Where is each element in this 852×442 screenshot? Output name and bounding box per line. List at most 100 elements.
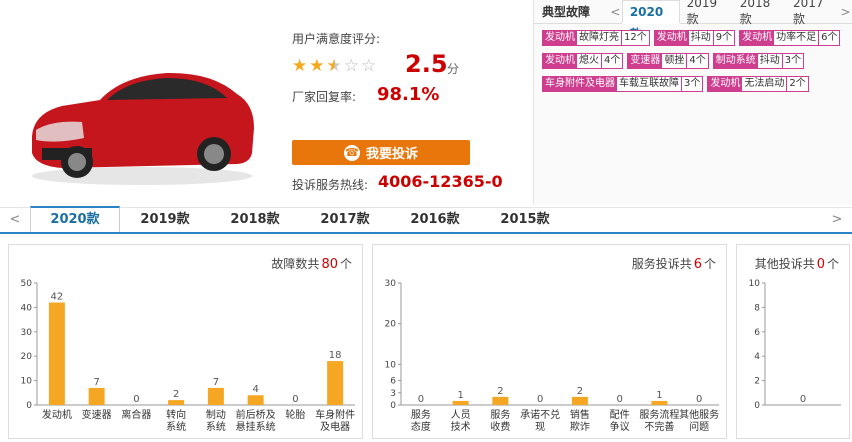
rating-star-icon: ☆	[343, 56, 359, 76]
complain-button[interactable]: ☎ 我要投诉	[292, 140, 470, 165]
data-label: 1	[656, 390, 662, 401]
x-tick-label: 转向	[166, 408, 186, 421]
service-complaint-title: 服务投诉共 6 个	[631, 257, 716, 272]
fault-tag-count: 9个	[712, 31, 735, 45]
fault-tag[interactable]: 发动机 功率不足 6个	[739, 30, 841, 46]
x-tick-label: 态度	[411, 420, 431, 433]
year-prev-arrow[interactable]: <	[0, 208, 30, 232]
y-tick-label: 30	[385, 279, 397, 289]
fault-tag-name: 无法启动	[742, 77, 787, 91]
fault-tag-count: 3个	[781, 54, 804, 68]
fault-tag-count: 12个	[621, 31, 649, 45]
faults-prev-arrow[interactable]: <	[609, 5, 622, 19]
x-tick-label: 技术	[451, 420, 471, 433]
x-tick-label: 发动机	[42, 408, 72, 421]
fault-count-chart: 0 10 20 30 40 50 42 发动机 7 变速器 0 离合器 2 转向系统 7 制动系统 4 前后桥及悬…	[21, 279, 356, 433]
y-tick-label: 10	[749, 279, 761, 289]
x-tick-label: 及电器	[320, 420, 350, 433]
x-tick-label: 争议	[610, 420, 630, 433]
rating-star-icon: ☆	[361, 56, 377, 76]
x-tick-label: 销售	[570, 408, 590, 421]
rating-star-icon: ★	[326, 56, 342, 76]
fault-tag-part: 车身附件及电器	[543, 77, 617, 91]
fault-tag[interactable]: 制动系统 抖动 3个	[712, 53, 805, 69]
x-tick-label: 配件	[610, 409, 630, 421]
faults-tab-2017[interactable]: 2017款	[786, 0, 839, 27]
fault-tag-count: 6个	[818, 31, 840, 45]
data-label: 7	[213, 377, 219, 388]
fault-tag-part: 发动机	[708, 77, 743, 91]
fault-count-panel: 故障数共 80 个 0 10 20 30 40 50 42 发动机 7 变速器 0 离合器 2 转向 系统 7 制动…	[8, 244, 363, 439]
x-tick-label: 系统	[166, 420, 186, 433]
faults-tab-2019[interactable]: 2019款	[680, 0, 733, 27]
fault-tag[interactable]: 车身附件及电器 车载互联故障 3个	[542, 76, 704, 92]
megaphone-icon: ☎	[343, 144, 360, 161]
summary-area: 用户满意度评分: ★ ★ ★ ☆ ☆ 2.5 分 厂家回复率: 98.1% ☎ 我要投诉…	[0, 0, 852, 205]
data-label: 0	[418, 394, 424, 405]
fault-tag-part: 变速器	[628, 54, 663, 68]
year-tab-2019[interactable]: 2019款	[120, 208, 210, 232]
y-tick-label: 30	[21, 328, 33, 338]
rating-label: 用户满意度评分:	[292, 32, 381, 46]
year-next-arrow[interactable]: >	[822, 208, 852, 232]
y-tick-label: 40	[21, 303, 33, 313]
year-tab-2015[interactable]: 2015款	[480, 208, 570, 232]
fault-tag[interactable]: 发动机 抖动 9个	[653, 30, 736, 46]
fault-tag[interactable]: 发动机 熄火 4个	[542, 53, 624, 69]
faults-next-arrow[interactable]: >	[839, 5, 852, 19]
x-tick-label: 收费	[490, 420, 510, 433]
y-tick-label: 20	[385, 320, 397, 330]
year-tab-2018[interactable]: 2018款	[210, 208, 300, 232]
y-tick-label: 3	[390, 389, 396, 399]
x-tick-label: 服务	[490, 408, 510, 421]
other-complaint-title: 其他投诉共 0 个	[754, 257, 839, 272]
year-tab-2016[interactable]: 2016款	[390, 208, 480, 232]
data-label: 0	[800, 394, 806, 405]
x-tick-label: 服务	[411, 408, 431, 421]
reply-rate-label: 厂家回复率:	[292, 90, 357, 104]
x-tick-label: 欺诈	[570, 420, 590, 433]
bar	[88, 387, 105, 405]
fault-tag[interactable]: 变速器 顿挫 4个	[627, 53, 709, 69]
year-tab-2020[interactable]: 2020款	[30, 206, 120, 232]
fault-tag-name: 抖动	[688, 31, 713, 45]
service-complaint-panel: 服务投诉共 6 个 0 3 6 10 20 30 0 服务 态度 1 人员 技术 2 服务 收费 0 承诺不兑现 2 销…	[372, 244, 727, 439]
fault-tags: 发动机 故障灯亮 12个 发动机 抖动 9个 发动机 功率不足 6个 发动机 熄火 4个 变速器 顿挫 4个…	[534, 24, 852, 92]
data-label: 2	[497, 386, 503, 397]
fault-tag[interactable]: 发动机 无法启动 2个	[707, 76, 809, 92]
fault-tag-part: 制动系统	[713, 54, 758, 68]
data-label: 1	[457, 390, 463, 401]
data-label: 42	[51, 292, 64, 303]
data-label: 0	[616, 394, 622, 405]
hotline-label: 投诉服务热线:	[292, 178, 369, 192]
bar	[247, 395, 264, 405]
y-tick-label: 2	[754, 377, 760, 387]
fault-tag-part: 发动机	[543, 54, 577, 68]
year-tabs: < 2020款 2019款 2018款 2017款 2016款 2015款 >	[0, 206, 852, 234]
fault-tag-count: 4个	[686, 54, 708, 68]
x-tick-label: 悬挂系统	[236, 420, 276, 433]
y-tick-label: 6	[754, 328, 760, 338]
fault-tag-name: 故障灯亮	[577, 31, 621, 45]
y-tick-label: 10	[21, 377, 33, 387]
x-tick-label: 离合器	[121, 408, 151, 421]
fault-count-title: 故障数共 80 个	[271, 257, 352, 272]
fault-tag[interactable]: 发动机 故障灯亮 12个	[542, 30, 650, 46]
year-tab-2017[interactable]: 2017款	[300, 208, 390, 232]
rating-stars: ★ ★ ★ ☆ ☆	[292, 56, 376, 76]
bar	[327, 361, 344, 405]
faults-tab-2018[interactable]: 2018款	[733, 0, 786, 27]
fault-tag-part: 发动机	[543, 31, 577, 45]
faults-tab-2020[interactable]: 2020款	[621, 0, 680, 41]
fault-tag-count: 2个	[786, 77, 808, 91]
rating-score: 2.5	[405, 50, 448, 78]
rating-star-icon: ★	[292, 56, 308, 76]
typical-faults-panel: 典型故障 < 2020款 2019款 2018款 2017款 > 发动机故障灯亮…	[533, 0, 852, 205]
x-tick-label: 现	[535, 421, 545, 433]
y-tick-label: 0	[754, 401, 760, 411]
data-label: 0	[133, 394, 139, 405]
fault-tag-name: 车载互联故障	[617, 77, 681, 91]
data-label: 18	[329, 350, 342, 361]
fault-tag-name: 顿挫	[662, 54, 687, 68]
data-label: 2	[173, 389, 179, 400]
